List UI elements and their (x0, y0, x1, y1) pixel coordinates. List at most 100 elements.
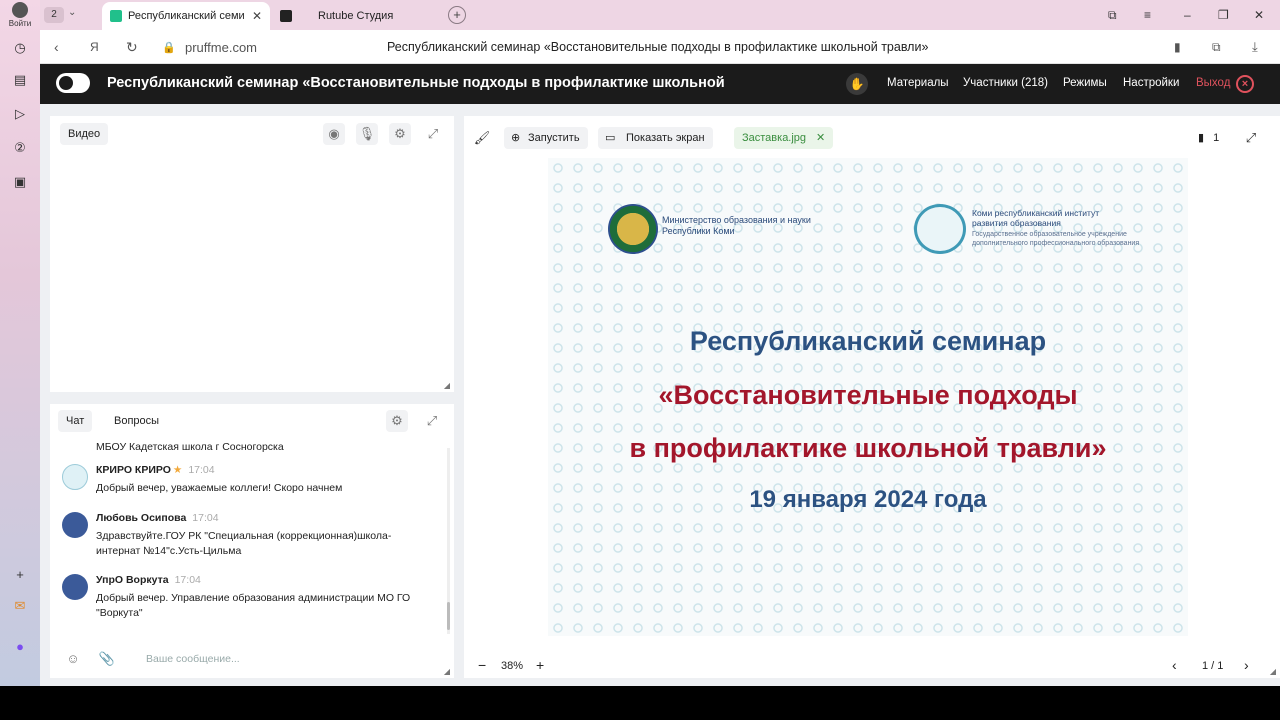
extensions-icon[interactable]: ⧉ (1212, 40, 1221, 55)
file-tag[interactable]: Заставка.jpg ✕ (734, 127, 834, 149)
close-file-icon[interactable]: ✕ (816, 132, 825, 144)
star-icon: ★ (172, 464, 183, 476)
collections-icon[interactable]: ▤ (10, 70, 30, 90)
slide-image: Министерство образования и науки Республ… (548, 158, 1188, 636)
menu-modes[interactable]: Режимы (1063, 77, 1107, 89)
menu-participants[interactable]: Участники (218) (963, 77, 1048, 89)
attach-icon[interactable]: 📎 (96, 648, 118, 670)
tabs-overview-icon[interactable]: ⧉ (1108, 8, 1117, 23)
expand-icon[interactable]: ⤢ (422, 123, 444, 145)
zoom-level: 38% (501, 660, 524, 672)
exit-button[interactable]: Выход (1196, 77, 1230, 89)
message-text: Здравствуйте.ГОУ РК "Специальная (коррек… (96, 530, 392, 557)
author-name: КРИРО КРИРО (96, 464, 171, 476)
gear-icon[interactable]: ⚙ (389, 123, 411, 145)
restore-icon[interactable]: ❐ (1218, 8, 1229, 22)
microphone-icon[interactable]: 🎙 (356, 123, 378, 145)
add-panel-icon[interactable]: + (10, 564, 30, 584)
download-icon[interactable]: ⤓ (1252, 39, 1258, 55)
screenshot-icon[interactable]: ▣ (10, 172, 30, 192)
message-text: Добрый вечер, уважаемые коллеги! Скоро н… (96, 482, 343, 494)
exit-close-icon[interactable]: × (1236, 75, 1254, 93)
list-item: МБОУ Кадетская школа г Сосногорска (62, 428, 432, 453)
message-author: УпрО Воркута 17:04 (96, 574, 201, 586)
resize-handle-icon[interactable]: ◢ (1270, 667, 1276, 676)
minimize-icon[interactable]: – (1184, 8, 1191, 22)
file-name: Заставка.jpg (742, 132, 807, 144)
message-text: Добрый вечер. Управление образования адм… (96, 592, 411, 619)
menu-icon[interactable]: ≡ (1144, 8, 1151, 22)
prev-page-button[interactable]: ‹ (1172, 657, 1177, 673)
emoji-icon[interactable]: ☺ (62, 648, 84, 670)
webinar-title: Республиканский семинар «Восстановительн… (107, 75, 725, 91)
browser-sidebar: Войти ◷ ▤ ▷ ② ▣ + ✉ ● (0, 0, 40, 686)
yandex-icon[interactable]: Я (90, 40, 99, 54)
url-domain[interactable]: pruffme.com (185, 40, 257, 55)
back-icon[interactable]: ‹ (54, 39, 59, 55)
history-icon[interactable]: ◷ (10, 38, 30, 58)
message-input[interactable]: Ваше сообщение... (146, 653, 240, 665)
assistant-icon[interactable]: ● (10, 636, 30, 656)
rutube-favicon-icon (280, 10, 292, 22)
sidebar-toggle[interactable] (56, 73, 90, 93)
chevron-down-icon[interactable]: ⌄ (68, 7, 76, 18)
slide-title-line3: в профилактике школьной травли» (629, 433, 1107, 463)
new-tab-button[interactable]: + (448, 6, 466, 24)
avatar (62, 464, 88, 490)
share-screen-label: Показать экран (626, 132, 705, 144)
main-area: Видео ◉ 🎙 ⚙ ⤢ ◢ Чат Вопросы ⚙ ⤢ МБОУ Кад… (40, 104, 1280, 686)
monitor-icon: ▭ (605, 132, 616, 144)
webinar-header: Республиканский семинар «Восстановительн… (40, 64, 1280, 104)
camera-icon[interactable]: ◉ (323, 123, 345, 145)
tab-seminar[interactable]: Республиканский семи ✕ (102, 2, 270, 30)
share-screen-button[interactable]: ▭ Показать экран (598, 127, 713, 149)
launch-label: Запустить (528, 132, 580, 144)
menu-materials[interactable]: Материалы (887, 77, 949, 89)
tab-rutube[interactable]: Rutube Студия (272, 2, 442, 30)
message-author: КРИРО КРИРО ★ 17:04 (96, 464, 215, 476)
avatar (62, 574, 88, 600)
author-name: Любовь Осипова (96, 512, 187, 524)
zoom-in-button[interactable]: + (536, 657, 544, 673)
bookmark-icon[interactable]: ▮ (1174, 40, 1181, 54)
page-indicator: 1 / 1 (1202, 660, 1224, 672)
ministry-name: Министерство образования и науки Республ… (662, 215, 811, 236)
list-item: Любовь Осипова 17:04 Здравствуйте.ГОУ РК … (62, 512, 432, 564)
next-page-button[interactable]: › (1244, 657, 1249, 673)
zoom-out-button[interactable]: − (478, 657, 486, 673)
launch-button[interactable]: ⊕ Запустить (504, 127, 588, 149)
tab-groups-icon[interactable]: ② (10, 138, 30, 158)
tab-count-badge[interactable]: 2 (44, 7, 64, 23)
login-button[interactable]: Войти (4, 2, 36, 28)
tab-title: Республиканский семи (128, 10, 245, 22)
expand-icon[interactable]: ⤢ (1240, 127, 1262, 149)
page-title: Республиканский семинар «Восстановительн… (387, 40, 929, 54)
video-panel: Видео ◉ 🎙 ⚙ ⤢ ◢ (50, 116, 454, 392)
author-name: УпрО Воркута (96, 574, 169, 586)
kriro-name: Коми республиканский институт развития о… (972, 208, 1100, 228)
raise-hand-icon[interactable]: ✋ (846, 73, 868, 95)
kriro-subtitle: Государственное образовательное учрежден… (972, 231, 1140, 247)
bookmarks-button[interactable]: ▮ 1 (1190, 127, 1227, 149)
pruffme-favicon-icon (110, 10, 122, 22)
avatar (62, 512, 88, 538)
bookmarks-count: 1 (1213, 132, 1220, 144)
resize-handle-icon[interactable]: ◢ (444, 667, 450, 676)
mail-icon[interactable]: ✉ (10, 596, 30, 616)
video-icon[interactable]: ▷ (10, 104, 30, 124)
menu-settings[interactable]: Настройки (1123, 77, 1179, 89)
message-time: 17:04 (188, 464, 215, 476)
list-item: УпрО Воркута 17:04 Добрый вечер. Управлен… (62, 574, 432, 626)
message-time: 17:04 (192, 512, 219, 524)
brush-icon[interactable]: 🖌 (471, 127, 493, 149)
reload-icon[interactable]: ↻ (126, 39, 138, 56)
lock-icon[interactable]: 🔒 (162, 41, 176, 54)
bookmark-icon: ▮ (1198, 132, 1205, 144)
list-item: КРИРО КРИРО ★ 17:04 Добрый вечер, уважаемы… (62, 464, 432, 504)
close-tab-icon[interactable]: ✕ (252, 9, 262, 23)
close-window-icon[interactable]: ✕ (1254, 8, 1264, 22)
chat-panel: Чат Вопросы ⚙ ⤢ МБОУ Кадетская школа г С… (50, 404, 454, 678)
chat-scrollbar-thumb[interactable] (447, 602, 450, 630)
resize-handle-icon[interactable]: ◢ (444, 381, 450, 390)
user-avatar-icon (12, 2, 28, 18)
